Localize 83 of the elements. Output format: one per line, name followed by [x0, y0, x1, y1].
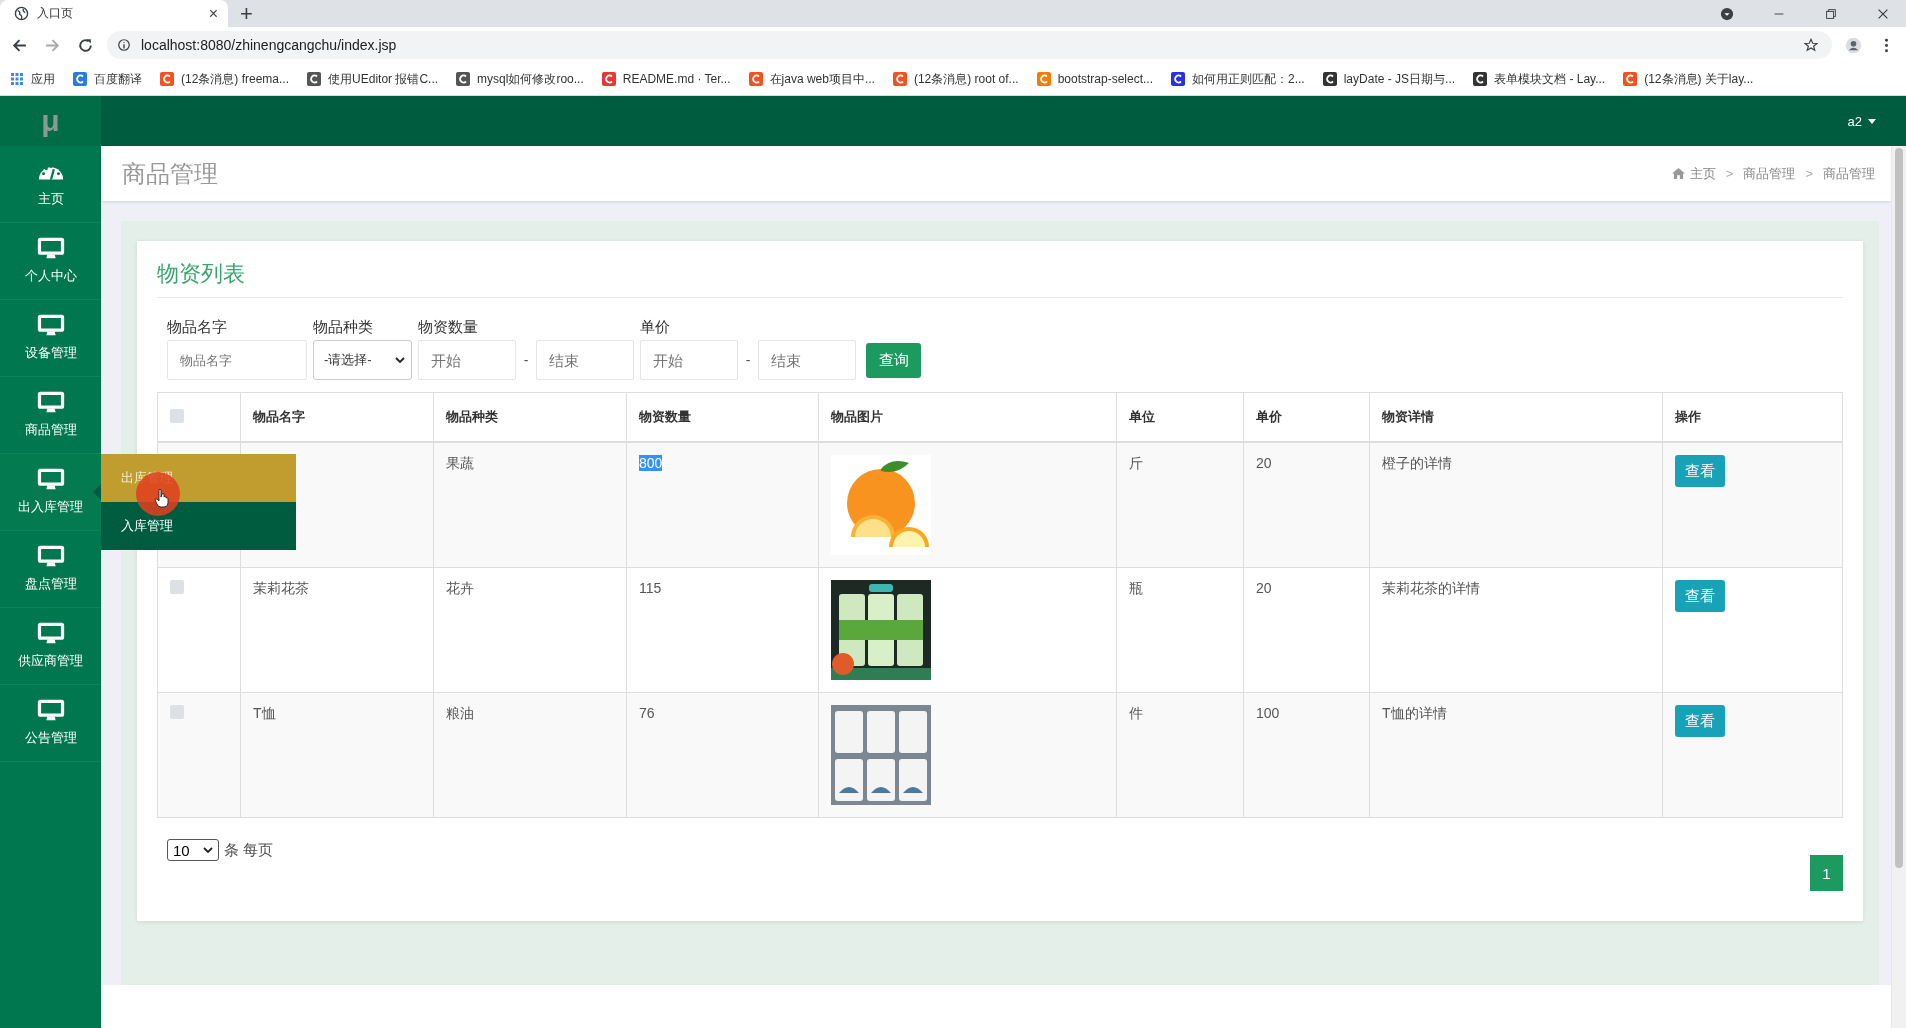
table-cell: 20: [1256, 580, 1272, 596]
monitor-icon: [36, 545, 65, 569]
caret-icon: [1868, 118, 1876, 124]
table-cell: 橙子的详情: [1382, 455, 1452, 471]
table-cell: T恤: [253, 705, 276, 721]
chevron-down-icon: [395, 357, 405, 363]
checkbox[interactable]: [170, 408, 184, 423]
table-cell: T恤的详情: [1382, 705, 1447, 721]
breadcrumb-separator: >: [1725, 166, 1734, 181]
table-cell: 件: [1129, 705, 1143, 721]
filter-label: 物品名字: [167, 318, 228, 337]
table-cell: 瓶: [1129, 580, 1143, 596]
breadcrumb-separator: >: [1805, 166, 1813, 181]
page-size-dropdown[interactable]: 10: [167, 839, 219, 861]
new-tab-button[interactable]: +: [240, 2, 253, 25]
bookmark[interactable]: 如何用正则匹配：2...: [1171, 70, 1305, 88]
star-icon[interactable]: [1804, 38, 1818, 52]
monitor-icon: [36, 468, 65, 492]
chevron-down-icon: [203, 847, 213, 853]
quantity-end-field[interactable]: 结束: [536, 340, 634, 380]
checkbox[interactable]: [170, 705, 184, 719]
table-cell: 粮油: [446, 705, 474, 721]
category-dropdown[interactable]: -请选择-: [313, 340, 412, 380]
table-cell: 花卉: [446, 580, 474, 596]
bookmark[interactable]: (12条消息) root of...: [892, 70, 1019, 88]
breadcrumb-link[interactable]: 商品管理: [1743, 164, 1796, 183]
close-icon[interactable]: ×: [208, 5, 218, 22]
table-cell: 果蔬: [446, 455, 474, 471]
scrollbar[interactable]: [1891, 146, 1906, 1028]
bookmark[interactable]: (12条消息) freema...: [160, 70, 290, 88]
breadcrumb-link[interactable]: 主页: [1689, 164, 1716, 183]
filter-label: 物资数量: [418, 318, 479, 337]
bookmark[interactable]: 在java web项目中...: [748, 70, 875, 88]
logo: μ: [0, 96, 101, 146]
table-cell: 800: [639, 455, 663, 471]
breadcrumb-link[interactable]: 商品管理: [1823, 164, 1875, 183]
card-title: 物资列表: [157, 259, 1843, 298]
bookmark[interactable]: README.md · Ter...: [601, 72, 731, 86]
bookmark[interactable]: 使用UEditor 报错C...: [307, 70, 439, 88]
price-end-field[interactable]: 结束: [758, 340, 856, 380]
filter-label: 单价: [640, 318, 671, 337]
monitor-icon: [36, 622, 65, 646]
tab-title: 入口页: [37, 5, 74, 22]
range-dash: -: [522, 352, 530, 368]
reload-icon[interactable]: [77, 36, 94, 54]
bookmark[interactable]: 应用: [10, 70, 55, 88]
table-cell: 115: [639, 580, 662, 596]
name-field[interactable]: 物品名字: [167, 340, 307, 380]
profile-menu-icon[interactable]: [1720, 6, 1734, 21]
range-dash: -: [744, 352, 752, 368]
page-title: 商品管理: [122, 158, 218, 189]
browser-tab[interactable]: 入口页 ×: [0, 0, 228, 27]
monitor-icon: [36, 391, 65, 415]
bookmark[interactable]: 百度翻译: [73, 70, 142, 88]
home-icon: [1671, 168, 1685, 179]
avatar-icon[interactable]: [1845, 36, 1862, 54]
monitor-icon: [36, 699, 65, 723]
monitor-icon: [36, 237, 65, 261]
search-button[interactable]: 查询: [866, 343, 921, 378]
monitor-icon: [36, 314, 65, 338]
submenu-item[interactable]: 入库管理: [101, 502, 296, 550]
table-cell: 76: [639, 705, 655, 721]
filter-label: 物品种类: [313, 318, 374, 337]
checkbox[interactable]: [170, 580, 184, 594]
table-cell: 100: [1256, 705, 1280, 721]
price-start-field[interactable]: 开始: [640, 340, 738, 380]
quantity-start-field[interactable]: 开始: [418, 340, 516, 380]
address-bar[interactable]: localhost:8080/zhinengcangchu/index.jsp: [107, 31, 1832, 59]
page-button[interactable]: 1: [1810, 855, 1843, 891]
info-icon: [117, 38, 131, 52]
page-size-label: 条 每页: [224, 840, 274, 860]
bookmark[interactable]: mysql如何修改roo...: [456, 70, 584, 88]
table-cell: 茉莉花茶: [253, 580, 309, 596]
bookmark[interactable]: (12条消息) 关于lay...: [1623, 70, 1754, 88]
bookmark[interactable]: layDate - JS日期与...: [1322, 70, 1456, 88]
restore-icon[interactable]: [1824, 6, 1838, 21]
table-cell: 20: [1256, 455, 1272, 471]
user-menu[interactable]: a2: [1847, 113, 1876, 129]
bookmark[interactable]: bootstrap-select...: [1036, 72, 1153, 86]
table-cell: 斤: [1129, 455, 1143, 471]
table-cell: 茉莉花茶的详情: [1382, 580, 1480, 596]
globe-icon: [14, 6, 29, 21]
bookmark[interactable]: 表单模块文档 - Lay...: [1473, 70, 1606, 88]
